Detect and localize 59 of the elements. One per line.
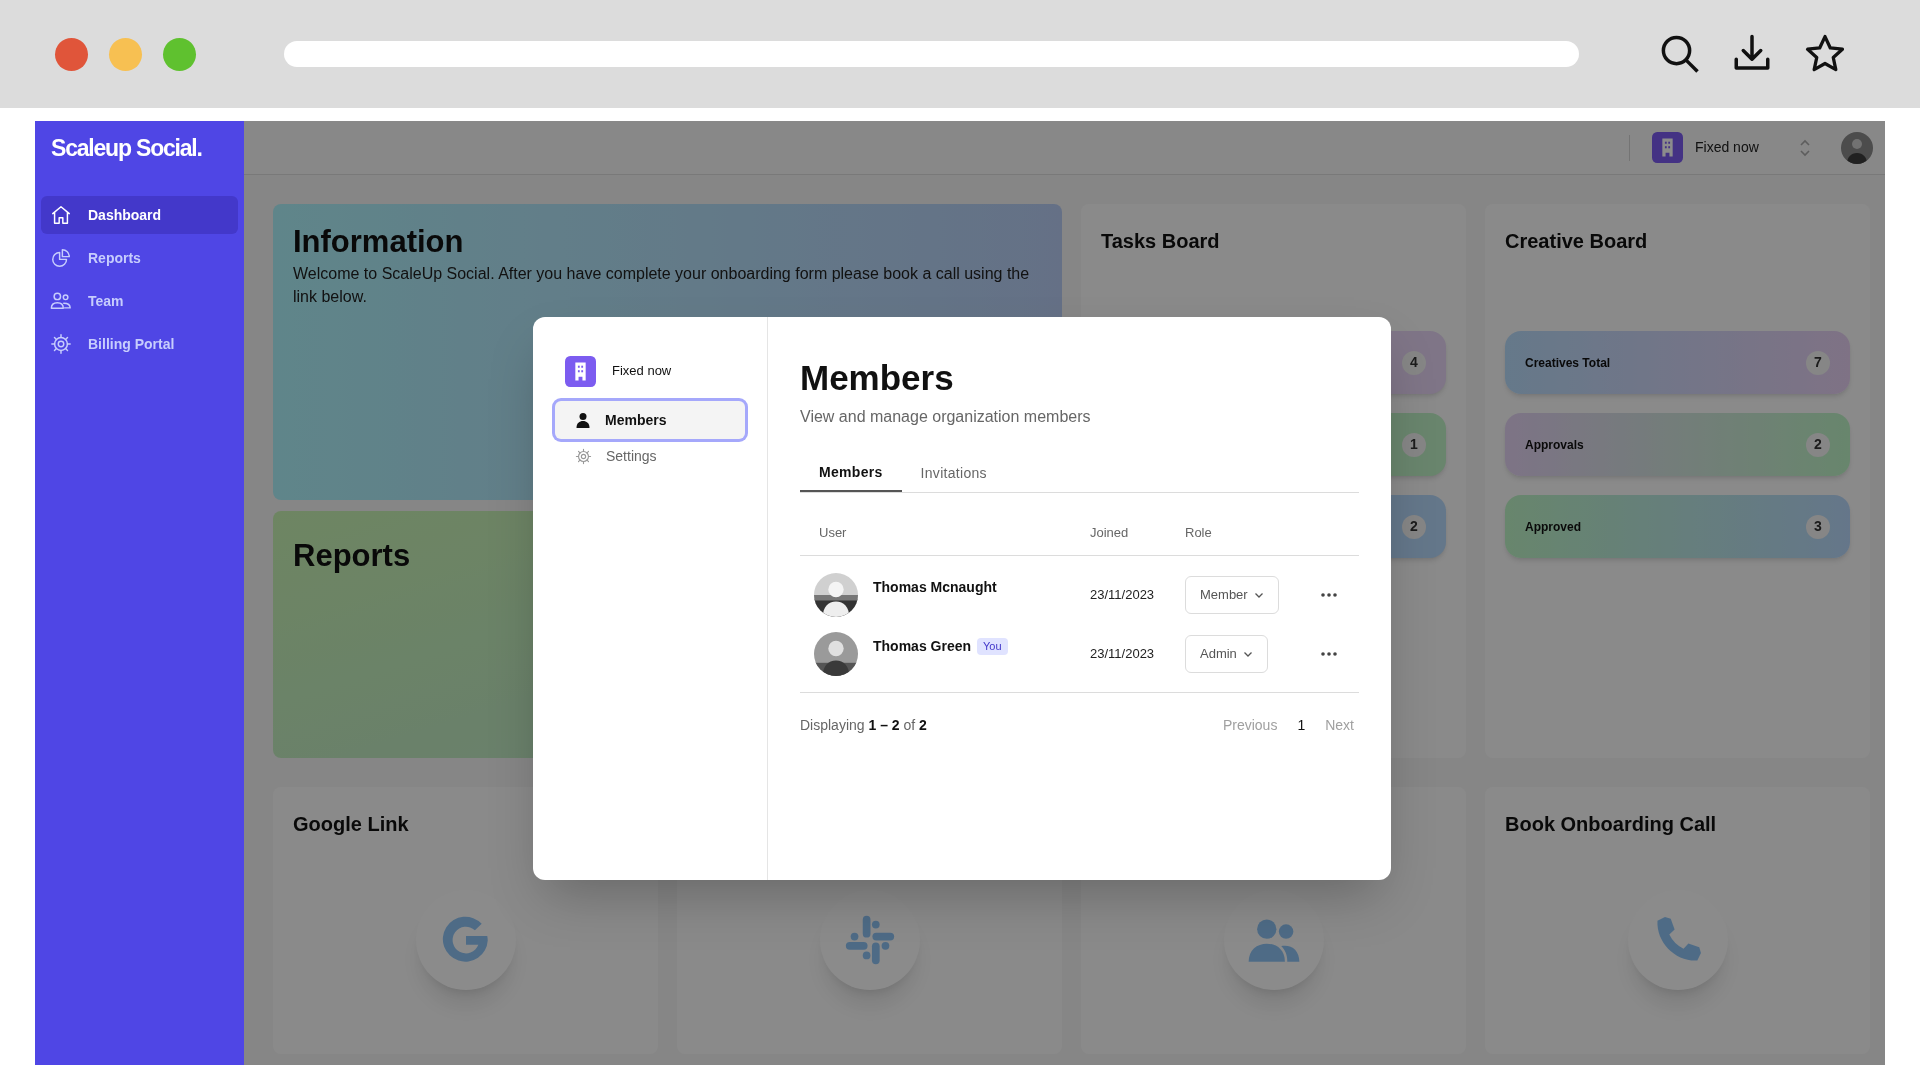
table-cell-text: 23/11/2023 <box>1090 585 1156 604</box>
board-item[interactable]: Creatives Total 7 <box>1505 331 1850 394</box>
page-button[interactable]: 1 <box>1297 715 1306 736</box>
search-icon[interactable] <box>1659 33 1701 75</box>
organization-switcher[interactable]: Fixed now <box>1652 132 1811 163</box>
column-header: Role <box>1185 524 1213 543</box>
board-item[interactable]: Approvals 2 <box>1505 413 1850 476</box>
settings-icon <box>575 447 592 465</box>
board-item[interactable]: Approved 3 <box>1505 495 1850 558</box>
home-icon <box>50 204 72 226</box>
card-title: Google Link <box>293 812 410 833</box>
dialog-title: Members <box>800 357 955 399</box>
count-badge: 1 <box>1402 432 1426 457</box>
chevron-up-down-icon <box>1799 138 1811 157</box>
person-icon <box>575 412 591 428</box>
sidebar-item[interactable]: Team <box>41 282 238 320</box>
settings-icon <box>50 333 72 355</box>
more-options-icon[interactable] <box>1321 591 1337 598</box>
modal-nav-item[interactable]: Members <box>555 401 745 439</box>
sidebar-item[interactable]: Reports <box>41 239 238 277</box>
board-item-label: Approvals <box>1525 436 1584 454</box>
board-item-label: Approved <box>1525 518 1581 536</box>
link-card[interactable]: Book Onboarding Call <box>1485 787 1870 1054</box>
role-dropdown[interactable]: Member <box>1185 575 1279 614</box>
card-title: Creative Board <box>1505 229 1649 254</box>
more-options-icon[interactable] <box>1321 650 1337 657</box>
users-icon <box>50 290 72 312</box>
column-header: Joined <box>1090 524 1130 543</box>
logo: Scaleup Social. <box>50 134 203 163</box>
member-name: Thomas Mcnaught <box>873 578 997 597</box>
role-dropdown[interactable]: Admin <box>1185 634 1268 673</box>
member-name: Thomas Green <box>873 637 972 656</box>
count-badge: 4 <box>1402 350 1426 375</box>
tab[interactable]: Members <box>800 455 902 492</box>
tab[interactable]: Invitations <box>901 455 1006 492</box>
count-badge: 2 <box>1806 432 1830 457</box>
card-title: Reports <box>293 537 412 575</box>
pie-chart-icon <box>50 247 72 269</box>
avatar[interactable] <box>1841 131 1873 164</box>
count-badge: 3 <box>1806 514 1830 539</box>
modal-nav-item[interactable]: Settings <box>555 437 745 475</box>
card-title: Book Onboarding Call <box>1505 812 1718 833</box>
card-title: Information <box>293 224 465 260</box>
building-icon <box>565 355 596 387</box>
you-badge: You <box>977 638 1008 655</box>
count-badge: 7 <box>1806 350 1830 375</box>
column-header: User <box>819 524 848 543</box>
table-cell-text: 23/11/2023 <box>1090 644 1156 663</box>
card-title: Tasks Board <box>1101 229 1221 254</box>
sidebar-item[interactable]: Dashboard <box>41 196 238 234</box>
building-icon <box>1652 132 1683 163</box>
dialog-subtitle: View and manage organization members <box>800 407 1092 427</box>
card-text: Welcome to ScaleUp Social. After you have complete your onboarding form please book a call using the link below. <box>293 263 1031 307</box>
count-badge: 2 <box>1402 514 1426 539</box>
close-window-button[interactable] <box>55 37 88 71</box>
board-item-label: Creatives Total <box>1525 354 1611 372</box>
sidebar-item[interactable]: Billing Portal <box>41 325 238 363</box>
organization-name: Fixed now <box>612 362 672 381</box>
result-count: Displaying 1 – 2 of 2 <box>800 716 927 735</box>
